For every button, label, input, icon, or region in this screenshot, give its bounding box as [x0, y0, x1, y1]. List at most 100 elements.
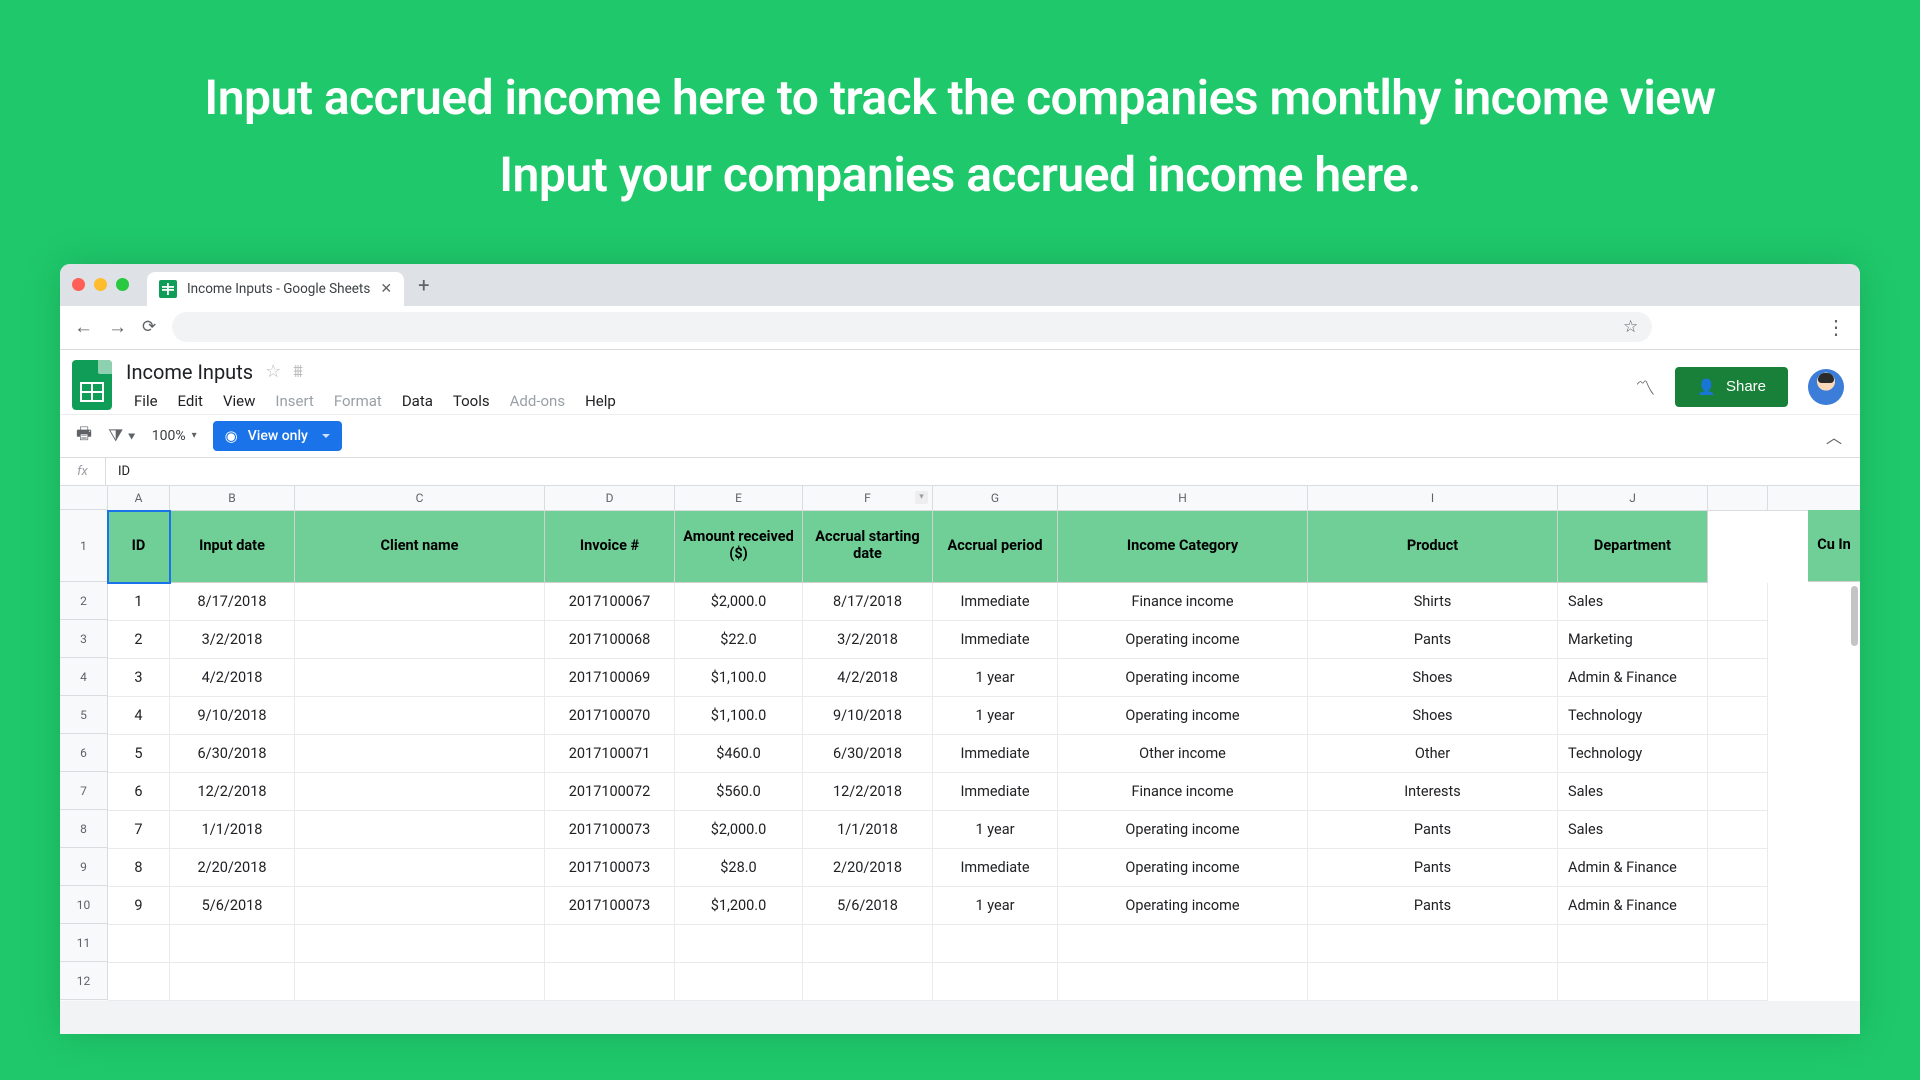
- table-cell[interactable]: Operating income: [1058, 887, 1308, 925]
- table-cell[interactable]: Operating income: [1058, 811, 1308, 849]
- table-cell[interactable]: [545, 925, 675, 963]
- table-cell[interactable]: Operating income: [1058, 849, 1308, 887]
- table-cell[interactable]: 8/17/2018: [803, 583, 933, 621]
- row-header-12[interactable]: 12: [60, 962, 108, 1000]
- table-cell[interactable]: Admin & Finance: [1558, 849, 1708, 887]
- table-cell[interactable]: [1708, 735, 1768, 773]
- table-cell[interactable]: 6/30/2018: [803, 735, 933, 773]
- table-cell[interactable]: 5: [108, 735, 170, 773]
- column-header-G[interactable]: G: [933, 486, 1058, 510]
- table-cell[interactable]: $1,100.0: [675, 659, 803, 697]
- row-header-9[interactable]: 9: [60, 848, 108, 886]
- table-cell[interactable]: 3: [108, 659, 170, 697]
- table-cell[interactable]: [1558, 925, 1708, 963]
- back-button[interactable]: ←: [74, 315, 92, 339]
- table-cell[interactable]: Technology: [1558, 697, 1708, 735]
- new-tab-button[interactable]: +: [418, 273, 429, 297]
- row-header-1[interactable]: 1: [60, 510, 108, 582]
- table-cell[interactable]: 1/1/2018: [170, 811, 295, 849]
- table-cell[interactable]: 4: [108, 697, 170, 735]
- table-cell[interactable]: Pants: [1308, 811, 1558, 849]
- table-cell[interactable]: [170, 963, 295, 1001]
- table-cell[interactable]: 9/10/2018: [803, 697, 933, 735]
- table-cell[interactable]: 7: [108, 811, 170, 849]
- select-all-corner[interactable]: [60, 486, 108, 510]
- table-cell[interactable]: Immediate: [933, 849, 1058, 887]
- collapse-toolbar-icon[interactable]: ︿: [1826, 424, 1842, 448]
- spreadsheet-grid[interactable]: 123456789101112 ABCDEFGHIJ IDInput dateC…: [60, 486, 1860, 1001]
- table-cell[interactable]: Interests: [1308, 773, 1558, 811]
- table-cell[interactable]: 8/17/2018: [170, 583, 295, 621]
- table-cell[interactable]: [295, 925, 545, 963]
- table-cell[interactable]: Operating income: [1058, 659, 1308, 697]
- menu-file[interactable]: File: [126, 388, 166, 414]
- table-cell[interactable]: Pants: [1308, 887, 1558, 925]
- table-cell[interactable]: 8: [108, 849, 170, 887]
- table-cell[interactable]: [295, 773, 545, 811]
- table-cell[interactable]: 2017100072: [545, 773, 675, 811]
- table-cell[interactable]: 4/2/2018: [803, 659, 933, 697]
- table-cell[interactable]: [1708, 925, 1768, 963]
- table-cell[interactable]: Sales: [1558, 773, 1708, 811]
- browser-tab[interactable]: Income Inputs - Google Sheets ✕: [147, 272, 404, 306]
- close-tab-icon[interactable]: ✕: [380, 281, 392, 297]
- table-cell[interactable]: Shoes: [1308, 659, 1558, 697]
- table-cell[interactable]: Pants: [1308, 621, 1558, 659]
- table-cell[interactable]: 1 year: [933, 811, 1058, 849]
- table-cell[interactable]: [1708, 887, 1768, 925]
- table-cell[interactable]: 12/2/2018: [170, 773, 295, 811]
- menu-view[interactable]: View: [215, 388, 263, 414]
- column-header-E[interactable]: E: [675, 486, 803, 510]
- row-header-3[interactable]: 3: [60, 620, 108, 658]
- menu-add-ons[interactable]: Add-ons: [502, 388, 573, 414]
- table-header-cell[interactable]: Accrual period: [933, 511, 1058, 583]
- table-cell[interactable]: [1708, 811, 1768, 849]
- table-cell[interactable]: [1708, 963, 1768, 1001]
- table-cell[interactable]: [295, 735, 545, 773]
- table-cell[interactable]: Sales: [1558, 811, 1708, 849]
- close-window-icon[interactable]: [72, 278, 85, 291]
- table-cell[interactable]: Marketing: [1558, 621, 1708, 659]
- column-header-J[interactable]: J: [1558, 486, 1708, 510]
- table-cell[interactable]: Operating income: [1058, 621, 1308, 659]
- table-cell[interactable]: [295, 811, 545, 849]
- zoom-select[interactable]: 100% ▾: [152, 428, 197, 444]
- table-cell[interactable]: 3/2/2018: [803, 621, 933, 659]
- column-header-I[interactable]: I: [1308, 486, 1558, 510]
- table-header-cell[interactable]: Invoice #: [545, 511, 675, 583]
- forward-button[interactable]: →: [108, 315, 126, 339]
- table-cell[interactable]: Operating income: [1058, 697, 1308, 735]
- table-cell[interactable]: 3/2/2018: [170, 621, 295, 659]
- table-cell[interactable]: Other: [1308, 735, 1558, 773]
- table-cell[interactable]: 9: [108, 887, 170, 925]
- table-cell[interactable]: [675, 925, 803, 963]
- table-cell[interactable]: $560.0: [675, 773, 803, 811]
- move-icon[interactable]: ⩩: [293, 361, 303, 382]
- table-cell[interactable]: [295, 621, 545, 659]
- table-cell[interactable]: $1,100.0: [675, 697, 803, 735]
- table-cell[interactable]: 5/6/2018: [803, 887, 933, 925]
- table-cell[interactable]: Immediate: [933, 621, 1058, 659]
- table-cell[interactable]: Technology: [1558, 735, 1708, 773]
- column-header-C[interactable]: C: [295, 486, 545, 510]
- table-cell[interactable]: 12/2/2018: [803, 773, 933, 811]
- maximize-window-icon[interactable]: [116, 278, 129, 291]
- table-cell[interactable]: Shirts: [1308, 583, 1558, 621]
- address-bar[interactable]: ☆: [172, 312, 1652, 342]
- table-cell[interactable]: 9/10/2018: [170, 697, 295, 735]
- minimize-window-icon[interactable]: [94, 278, 107, 291]
- table-header-cell[interactable]: Input date: [170, 511, 295, 583]
- column-header-A[interactable]: A: [108, 486, 170, 510]
- row-header-8[interactable]: 8: [60, 810, 108, 848]
- table-cell[interactable]: [803, 963, 933, 1001]
- activity-icon[interactable]: 〽: [1635, 372, 1655, 401]
- table-cell[interactable]: Immediate: [933, 773, 1058, 811]
- column-header-H[interactable]: H: [1058, 486, 1308, 510]
- table-cell[interactable]: Sales: [1558, 583, 1708, 621]
- table-cell[interactable]: $22.0: [675, 621, 803, 659]
- table-cell[interactable]: Finance income: [1058, 583, 1308, 621]
- table-cell[interactable]: 2017100068: [545, 621, 675, 659]
- table-cell[interactable]: 1 year: [933, 697, 1058, 735]
- table-cell[interactable]: [1308, 925, 1558, 963]
- table-cell[interactable]: $2,000.0: [675, 583, 803, 621]
